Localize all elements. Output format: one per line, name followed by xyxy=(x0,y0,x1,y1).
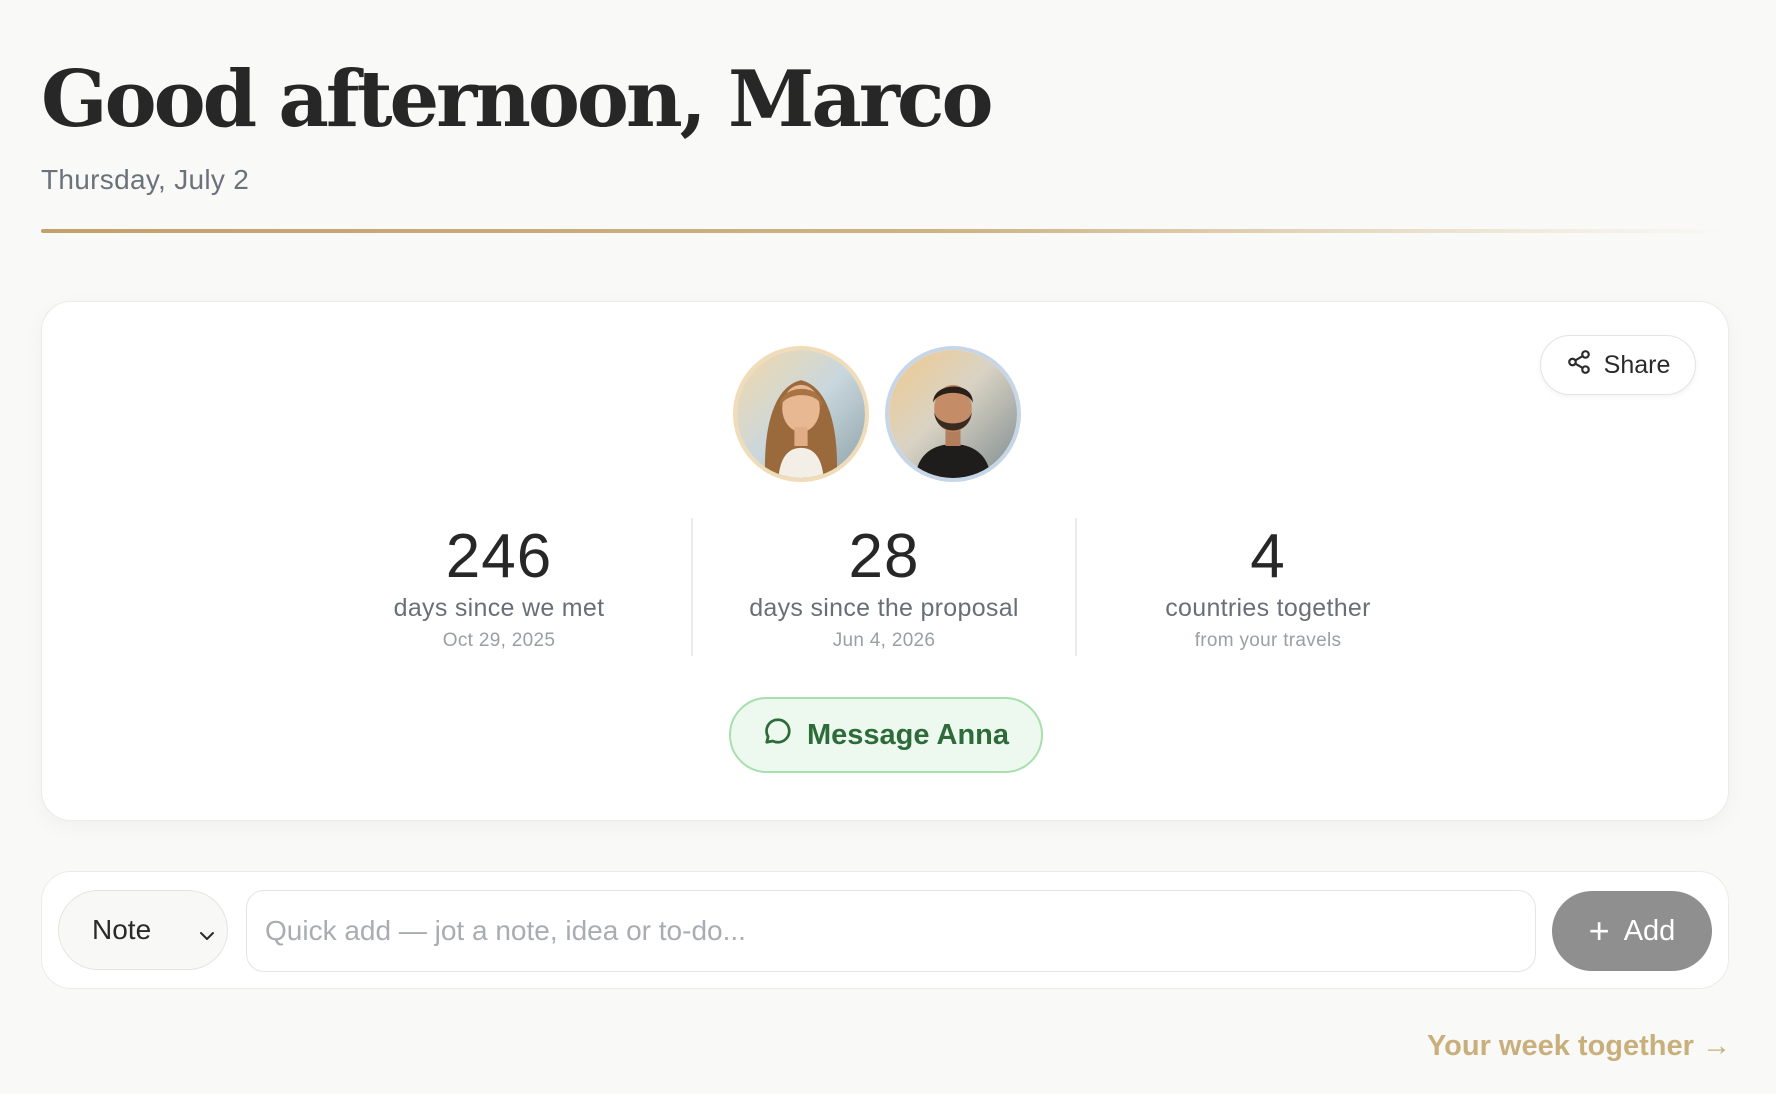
quick-add-input[interactable] xyxy=(246,890,1536,972)
plus-icon: + xyxy=(1588,910,1610,951)
add-label: Add xyxy=(1623,914,1676,947)
entry-type-value: Note xyxy=(92,914,152,945)
relationship-card: Share 246 days since we met Oct 29, 2025… xyxy=(41,301,1729,821)
chevron-down-icon xyxy=(197,921,217,941)
week-together-link[interactable]: Your week together → xyxy=(1427,1030,1731,1063)
stat-value: 246 xyxy=(445,522,553,591)
stat-days-since-met: 246 days since we met Oct 29, 2025 xyxy=(307,518,691,656)
user-avatar[interactable] xyxy=(885,346,1021,482)
stat-subtext: from your travels xyxy=(1194,630,1342,651)
stat-label: days since we met xyxy=(393,594,605,622)
message-label: Message Anna xyxy=(807,718,1009,751)
dashboard-page: Good afternoon, Marco Thursday, July 2 S… xyxy=(0,0,1776,1094)
header-divider xyxy=(41,229,1729,233)
header: Good afternoon, Marco Thursday, July 2 xyxy=(41,0,1735,233)
stats-row: 246 days since we met Oct 29, 2025 28 da… xyxy=(38,518,1728,656)
chat-bubble-icon xyxy=(763,716,793,754)
stat-value: 28 xyxy=(848,522,920,591)
partner-avatar[interactable] xyxy=(733,346,869,482)
stat-days-since-proposal: 28 days since the proposal Jun 4, 2026 xyxy=(691,518,1075,656)
stat-label: days since the proposal xyxy=(749,594,1019,622)
couple-avatars xyxy=(26,346,1728,482)
add-button[interactable]: + Add xyxy=(1552,891,1712,971)
stat-subtext: Oct 29, 2025 xyxy=(442,630,556,651)
stat-value: 4 xyxy=(1250,522,1286,591)
stat-countries-together: 4 countries together from your travels xyxy=(1075,518,1459,656)
message-partner-button[interactable]: Message Anna xyxy=(729,697,1043,773)
stat-subtext: Jun 4, 2026 xyxy=(832,630,936,651)
current-date: Thursday, July 2 xyxy=(41,164,250,195)
quick-add-bar: Note + Add xyxy=(41,871,1729,989)
stat-label: countries together xyxy=(1165,594,1371,622)
entry-type-select[interactable]: Note xyxy=(58,890,228,970)
page-title: Good afternoon, Marco xyxy=(41,54,993,145)
